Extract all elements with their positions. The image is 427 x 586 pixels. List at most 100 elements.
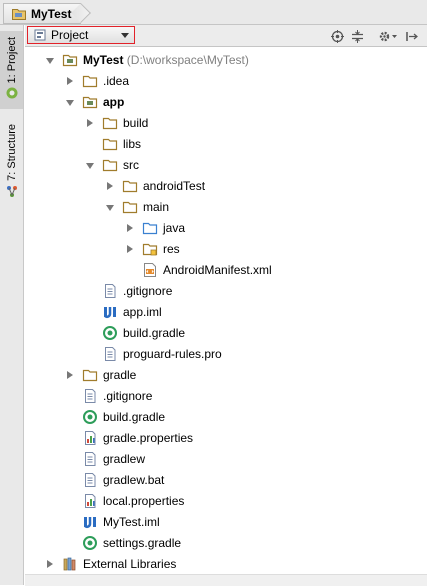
tree-item-label: gradle [103,368,136,382]
tree-item-folder[interactable]: java [25,218,425,239]
scroll-to-source-icon [330,29,344,43]
tree-item-text: libs [123,137,142,151]
chevron-right-icon[interactable] [127,224,133,232]
tree-item-folder[interactable]: libs [25,134,425,155]
tree-item-label: .idea [103,74,129,88]
tree-item-label: AndroidManifest.xml [163,263,272,277]
left-tool-window-bar: 1: Project 7: Structure [0,25,24,585]
tree-item-label: app.iml [123,305,162,319]
tree-item-file[interactable]: app.iml [25,302,425,323]
tree-item-folder[interactable]: gradle [25,365,425,386]
tree-item-text: AndroidManifest.xml [163,263,272,277]
tree-item-folder[interactable]: MyTest (D:\workspace\MyTest) [25,50,425,71]
text-file-icon [82,388,98,404]
tree-item-label: External Libraries [83,557,176,571]
view-selector-dropdown[interactable]: Project [27,26,135,44]
tree-item-folder[interactable]: app [25,92,425,113]
tree-item-label: app [103,95,124,109]
folder-icon [102,136,118,152]
text-file-icon [82,451,98,467]
tree-item-file[interactable]: .gitignore [25,386,425,407]
tree-item-label: androidTest [143,179,205,193]
tree-item-label: build.gradle [103,410,165,424]
tree-item-text: src [123,158,139,172]
tree-item-folder[interactable]: res [25,239,425,260]
tree-item-folder[interactable]: External Libraries [25,554,425,575]
chevron-down-icon[interactable] [46,58,54,64]
collapse-all-icon [351,29,363,43]
android-icon [6,87,17,99]
breadcrumb-label: MyTest [31,6,72,21]
navigation-bar: MyTest [0,0,427,25]
resource-folder-icon [142,241,158,257]
tree-item-text: main [143,200,170,214]
tree-item-label: build [123,116,148,130]
tree-item-text: gradlew.bat [103,473,165,487]
tree-item-label: local.properties [103,494,184,508]
tree-item-text: proguard-rules.pro [123,347,222,361]
tree-item-text: app.iml [123,305,162,319]
tree-item-label: build.gradle [123,326,185,340]
settings-button[interactable] [377,28,399,44]
tree-item-file[interactable]: AndroidManifest.xml [25,260,425,281]
collapse-all-button[interactable] [349,28,365,44]
iml-file-icon [82,514,98,530]
chevron-right-icon[interactable] [87,119,93,127]
tree-item-folder[interactable]: src [25,155,425,176]
chevron-right-icon[interactable] [127,245,133,253]
libraries-icon [62,556,78,572]
text-file-icon [82,472,98,488]
tool-tab-structure-label: 7: Structure [5,124,18,181]
tree-item-folder[interactable]: build [25,113,425,134]
tree-item-label: main [143,200,169,214]
chevron-right-icon[interactable] [107,182,113,190]
folder-icon [102,157,118,173]
xml-file-icon [142,262,158,278]
tree-item-file[interactable]: build.gradle [25,407,425,428]
properties-file-icon [82,493,98,509]
tree-item-label: gradlew.bat [103,473,164,487]
tree-item-label: libs [123,137,141,151]
chevron-down-icon[interactable] [106,205,114,211]
tool-tab-structure[interactable]: 7: Structure [0,120,23,210]
tree-item-file[interactable]: gradlew.bat [25,470,425,491]
tree-item-text: MyTest [83,53,124,67]
tree-item-file[interactable]: proguard-rules.pro [25,344,425,365]
tree-item-folder[interactable]: main [25,197,425,218]
chevron-right-icon[interactable] [47,560,53,568]
text-file-icon [102,346,118,362]
tree-item-label: gradlew [103,452,145,466]
tree-item-text: .gitignore [123,284,173,298]
tree-item-file[interactable]: MyTest.iml [25,512,425,533]
tree-item-label: .gitignore [123,284,172,298]
tree-item-file[interactable]: .gitignore [25,281,425,302]
hide-panel-button[interactable] [403,28,419,44]
chevron-right-icon[interactable] [67,371,73,379]
tree-item-text: res [163,242,180,256]
tree-item-folder[interactable]: .idea [25,71,425,92]
structure-icon [6,185,17,197]
tree-item-file[interactable]: settings.gradle [25,533,425,554]
tree-item-text: build.gradle [103,410,166,424]
project-folder-icon [12,8,26,20]
tree-item-file[interactable]: build.gradle [25,323,425,344]
chevron-right-icon[interactable] [67,77,73,85]
scroll-to-source-button[interactable] [329,28,345,44]
tree-item-text: build [123,116,149,130]
tree-item-label: proguard-rules.pro [123,347,222,361]
tree-item-file[interactable]: gradlew [25,449,425,470]
folder-icon [82,367,98,383]
tree-item-folder[interactable]: androidTest [25,176,425,197]
tree-item-file[interactable]: local.properties [25,491,425,512]
iml-file-icon [102,304,118,320]
tree-item-text: build.gradle [123,326,186,340]
gradle-file-icon [82,409,98,425]
tool-tab-project[interactable]: 1: Project [0,31,23,109]
gradle-file-icon [102,325,118,341]
breadcrumb-project[interactable]: MyTest [3,3,82,24]
horizontal-scrollbar[interactable] [25,574,427,586]
chevron-down-icon[interactable] [66,100,74,106]
chevron-down-icon[interactable] [86,163,94,169]
tree-item-file[interactable]: gradle.properties [25,428,425,449]
hide-panel-icon [405,31,418,41]
